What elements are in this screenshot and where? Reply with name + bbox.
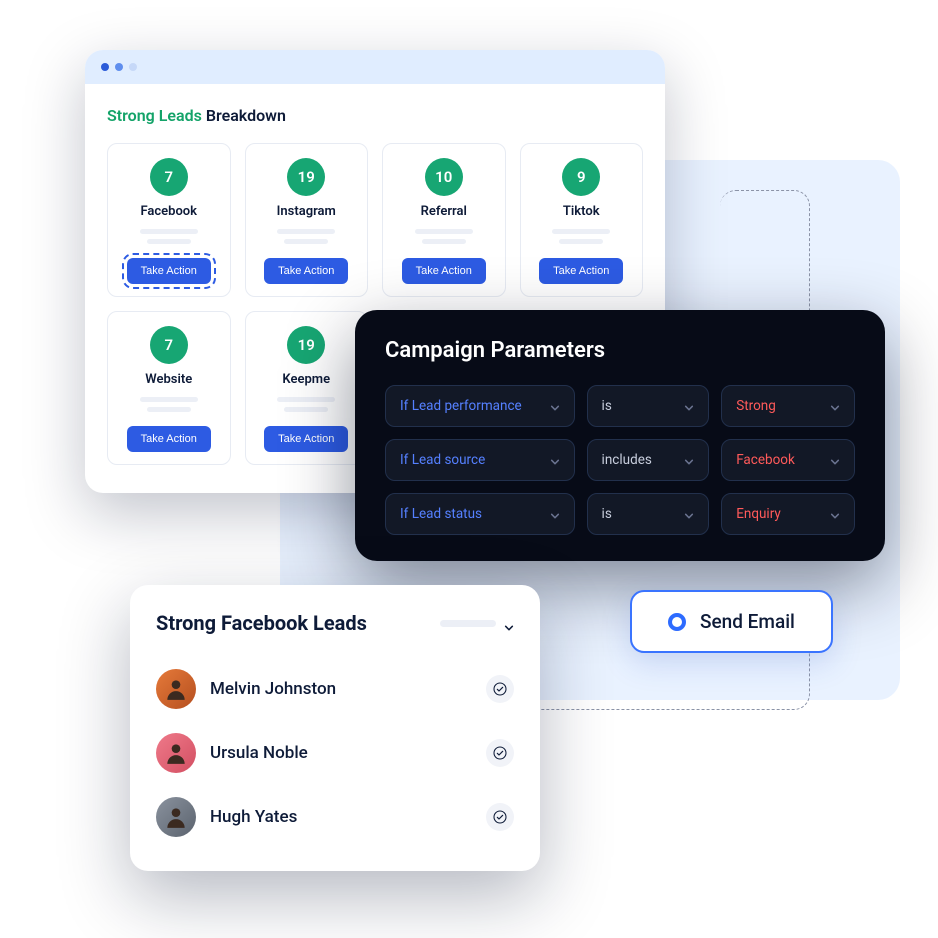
param-row: If Lead performance is Strong	[385, 385, 855, 427]
lead-card: 19 Keepme Take Action	[245, 311, 369, 465]
chevron-down-icon	[684, 401, 694, 411]
strong-leads-card: Strong Facebook Leads Melvin Johnston Ur…	[130, 585, 540, 871]
connector-line	[720, 190, 810, 330]
chevron-down-icon	[830, 455, 840, 465]
campaign-parameters-card: Campaign Parameters If Lead performance …	[355, 310, 885, 561]
lead-card: 9 Tiktok Take Action	[520, 143, 644, 297]
breakdown-title: Strong Leads Breakdown	[107, 106, 643, 125]
param-operator-select[interactable]: is	[587, 493, 710, 535]
lead-source-label: Keepme	[282, 372, 330, 387]
take-action-button[interactable]: Take Action	[402, 258, 486, 284]
lead-name: Hugh Yates	[210, 807, 297, 827]
param-field-select[interactable]: If Lead performance	[385, 385, 575, 427]
param-field-label: If Lead source	[400, 452, 485, 468]
param-field-select[interactable]: If Lead status	[385, 493, 575, 535]
take-action-button[interactable]: Take Action	[127, 426, 211, 452]
campaign-parameters-title: Campaign Parameters	[385, 338, 855, 363]
lead-count-badge: 19	[287, 326, 325, 364]
lead-card: 7 Website Take Action	[107, 311, 231, 465]
avatar	[156, 797, 196, 837]
param-field-select[interactable]: If Lead source	[385, 439, 575, 481]
lead-card: 7 Facebook Take Action	[107, 143, 231, 297]
breakdown-title-rest: Breakdown	[202, 106, 286, 125]
breakdown-title-accent: Strong Leads	[107, 106, 202, 125]
param-value-label: Enquiry	[736, 506, 781, 522]
window-dot	[129, 63, 137, 71]
param-operator-label: is	[602, 506, 612, 522]
param-field-label: If Lead performance	[400, 398, 522, 414]
chevron-down-icon	[504, 618, 514, 628]
lead-count-badge: 19	[287, 158, 325, 196]
lead-name: Ursula Noble	[210, 743, 308, 763]
skeleton-lines	[140, 229, 198, 244]
take-action-button[interactable]: Take Action	[264, 258, 348, 284]
chevron-down-icon	[550, 401, 560, 411]
lead-list-item[interactable]: Ursula Noble	[156, 721, 514, 785]
param-value-select[interactable]: Facebook	[721, 439, 855, 481]
skeleton-lines	[277, 397, 335, 412]
chevron-down-icon	[684, 509, 694, 519]
lead-name: Melvin Johnston	[210, 679, 336, 699]
take-action-button[interactable]: Take Action	[127, 258, 211, 284]
lead-count-badge: 7	[150, 158, 188, 196]
avatar	[156, 669, 196, 709]
skeleton-lines	[140, 397, 198, 412]
avatar	[156, 733, 196, 773]
check-circle-icon	[486, 675, 514, 703]
param-operator-label: is	[602, 398, 612, 414]
radio-icon	[668, 613, 686, 631]
lead-list-item[interactable]: Hugh Yates	[156, 785, 514, 849]
window-titlebar	[85, 50, 665, 84]
window-dot	[101, 63, 109, 71]
skeleton-lines	[277, 229, 335, 244]
chevron-down-icon	[684, 455, 694, 465]
lead-count-badge: 10	[425, 158, 463, 196]
chevron-down-icon	[830, 509, 840, 519]
lead-card: 19 Instagram Take Action	[245, 143, 369, 297]
send-email-button[interactable]: Send Email	[630, 590, 833, 653]
check-circle-icon	[486, 739, 514, 767]
lead-count-badge: 9	[562, 158, 600, 196]
param-value-select[interactable]: Strong	[721, 385, 855, 427]
param-operator-label: includes	[602, 452, 652, 468]
chevron-down-icon	[550, 455, 560, 465]
param-row: If Lead status is Enquiry	[385, 493, 855, 535]
skeleton-lines	[415, 229, 473, 244]
param-operator-select[interactable]: is	[587, 385, 710, 427]
skeleton-lines	[552, 229, 610, 244]
dropdown-placeholder	[440, 620, 496, 627]
lead-source-label: Facebook	[140, 204, 197, 219]
chevron-down-icon	[550, 509, 560, 519]
lead-list-item[interactable]: Melvin Johnston	[156, 657, 514, 721]
param-operator-select[interactable]: includes	[587, 439, 710, 481]
lead-source-label: Tiktok	[563, 204, 600, 219]
lead-card: 10 Referral Take Action	[382, 143, 506, 297]
leads-filter-dropdown[interactable]	[440, 618, 514, 628]
param-value-label: Facebook	[736, 452, 795, 468]
param-value-label: Strong	[736, 398, 776, 414]
window-dot	[115, 63, 123, 71]
check-circle-icon	[486, 803, 514, 831]
strong-leads-title: Strong Facebook Leads	[156, 611, 367, 635]
take-action-button[interactable]: Take Action	[539, 258, 623, 284]
send-email-label: Send Email	[700, 610, 795, 633]
chevron-down-icon	[830, 401, 840, 411]
lead-source-label: Instagram	[277, 204, 336, 219]
param-row: If Lead source includes Facebook	[385, 439, 855, 481]
take-action-button[interactable]: Take Action	[264, 426, 348, 452]
lead-source-label: Website	[145, 372, 192, 387]
lead-count-badge: 7	[150, 326, 188, 364]
lead-source-label: Referral	[421, 204, 467, 219]
param-field-label: If Lead status	[400, 506, 482, 522]
param-value-select[interactable]: Enquiry	[721, 493, 855, 535]
